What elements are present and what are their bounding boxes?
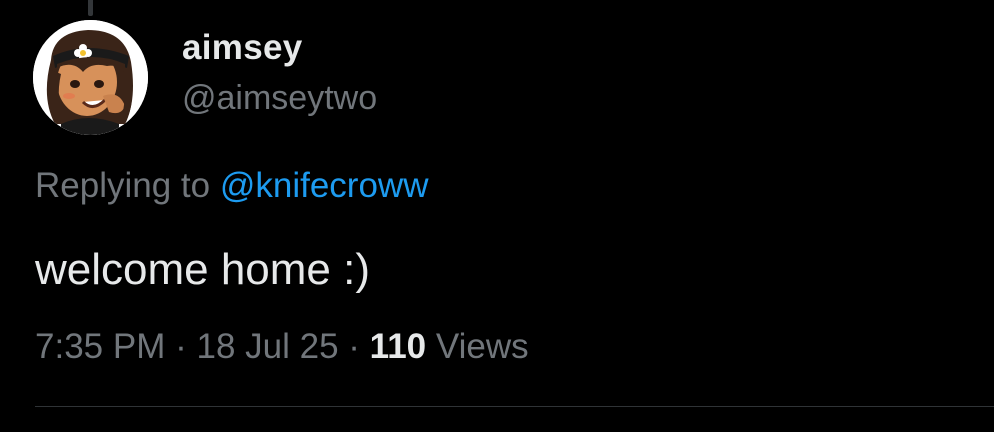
tweet-date[interactable]: 18 Jul 25 [196, 327, 338, 366]
tweet-text: welcome home :) [35, 245, 371, 294]
avatar[interactable] [33, 20, 148, 135]
meta-separator: · [348, 327, 360, 366]
tweet-time[interactable]: 7:35 PM [35, 327, 165, 366]
replying-to-prefix: Replying to [35, 166, 211, 205]
tweet-meta: 7:35 PM · 18 Jul 25 · 110 Views [35, 327, 529, 367]
views-label[interactable]: Views [436, 327, 529, 366]
avatar-icon [33, 20, 148, 135]
author-handle[interactable]: @aimseytwo [182, 79, 377, 118]
reply-mention-link[interactable]: @knifecroww [220, 166, 429, 205]
author-display-name[interactable]: aimsey [182, 28, 303, 68]
replying-to-line: Replying to @knifecroww [35, 166, 428, 206]
views-count[interactable]: 110 [370, 327, 426, 366]
divider [35, 406, 994, 407]
thread-connector-line [88, 0, 93, 16]
meta-separator: · [175, 327, 187, 366]
